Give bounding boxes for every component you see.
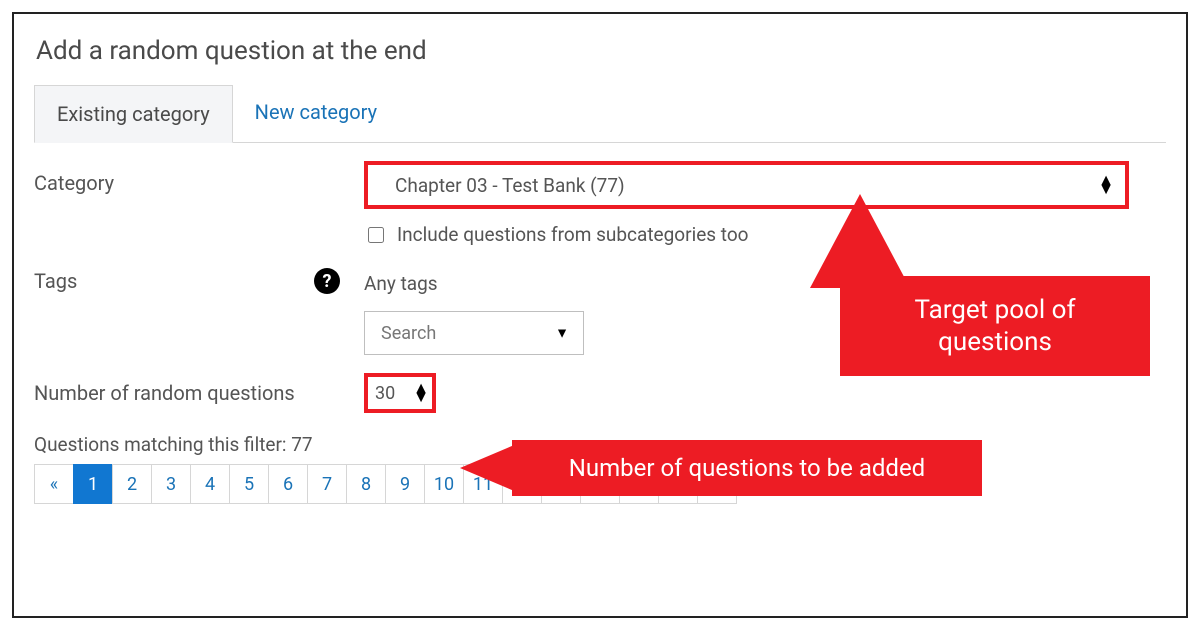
page-«[interactable]: « (34, 464, 74, 504)
numrand-label: Number of random questions (34, 373, 364, 405)
tab-existing-category[interactable]: Existing category (34, 85, 233, 143)
numrand-field: 30 ▲▼ (364, 373, 1166, 413)
category-select[interactable]: Chapter 03 - Test Bank (77) ▲▼ (364, 161, 1129, 209)
category-field: Chapter 03 - Test Bank (77) ▲▼ Include q… (364, 161, 1166, 246)
tags-label: Tags (34, 269, 77, 293)
chevron-down-icon: ▼ (555, 325, 569, 342)
page-5[interactable]: 5 (229, 464, 269, 504)
include-subcategories-label: Include questions from subcategories too (397, 223, 749, 246)
tab-new-category[interactable]: New category (233, 84, 399, 142)
page-3[interactable]: 3 (151, 464, 191, 504)
tags-label-wrap: Tags ? (34, 264, 364, 294)
tags-search-select[interactable]: Search ▼ (364, 311, 584, 355)
include-subcategories-input[interactable] (368, 227, 384, 243)
sort-icon: ▲▼ (1098, 176, 1114, 194)
sort-icon: ▲▼ (413, 384, 429, 402)
annotation-target-pool: Target pool of questions (840, 276, 1150, 376)
dialog-title: Add a random question at the end (36, 36, 1166, 66)
help-icon[interactable]: ? (314, 268, 340, 294)
page-4[interactable]: 4 (190, 464, 230, 504)
include-subcategories-checkbox[interactable]: Include questions from subcategories too (364, 223, 1166, 246)
page-1[interactable]: 1 (73, 464, 113, 504)
page-2[interactable]: 2 (112, 464, 152, 504)
category-select-value: Chapter 03 - Test Bank (77) (395, 174, 625, 197)
page-10[interactable]: 10 (424, 464, 464, 504)
tags-search-placeholder: Search (381, 323, 436, 344)
numrand-select[interactable]: 30 ▲▼ (364, 373, 436, 413)
page-9[interactable]: 9 (385, 464, 425, 504)
page-6[interactable]: 6 (268, 464, 308, 504)
page-8[interactable]: 8 (346, 464, 386, 504)
numrand-row: Number of random questions 30 ▲▼ (34, 373, 1166, 413)
category-tabs: Existing category New category (34, 84, 1166, 143)
numrand-value: 30 (375, 383, 395, 404)
annotation-number-questions: Number of questions to be added (512, 440, 982, 496)
category-row: Category Chapter 03 - Test Bank (77) ▲▼ … (34, 161, 1166, 246)
page-7[interactable]: 7 (307, 464, 347, 504)
category-label: Category (34, 161, 364, 195)
